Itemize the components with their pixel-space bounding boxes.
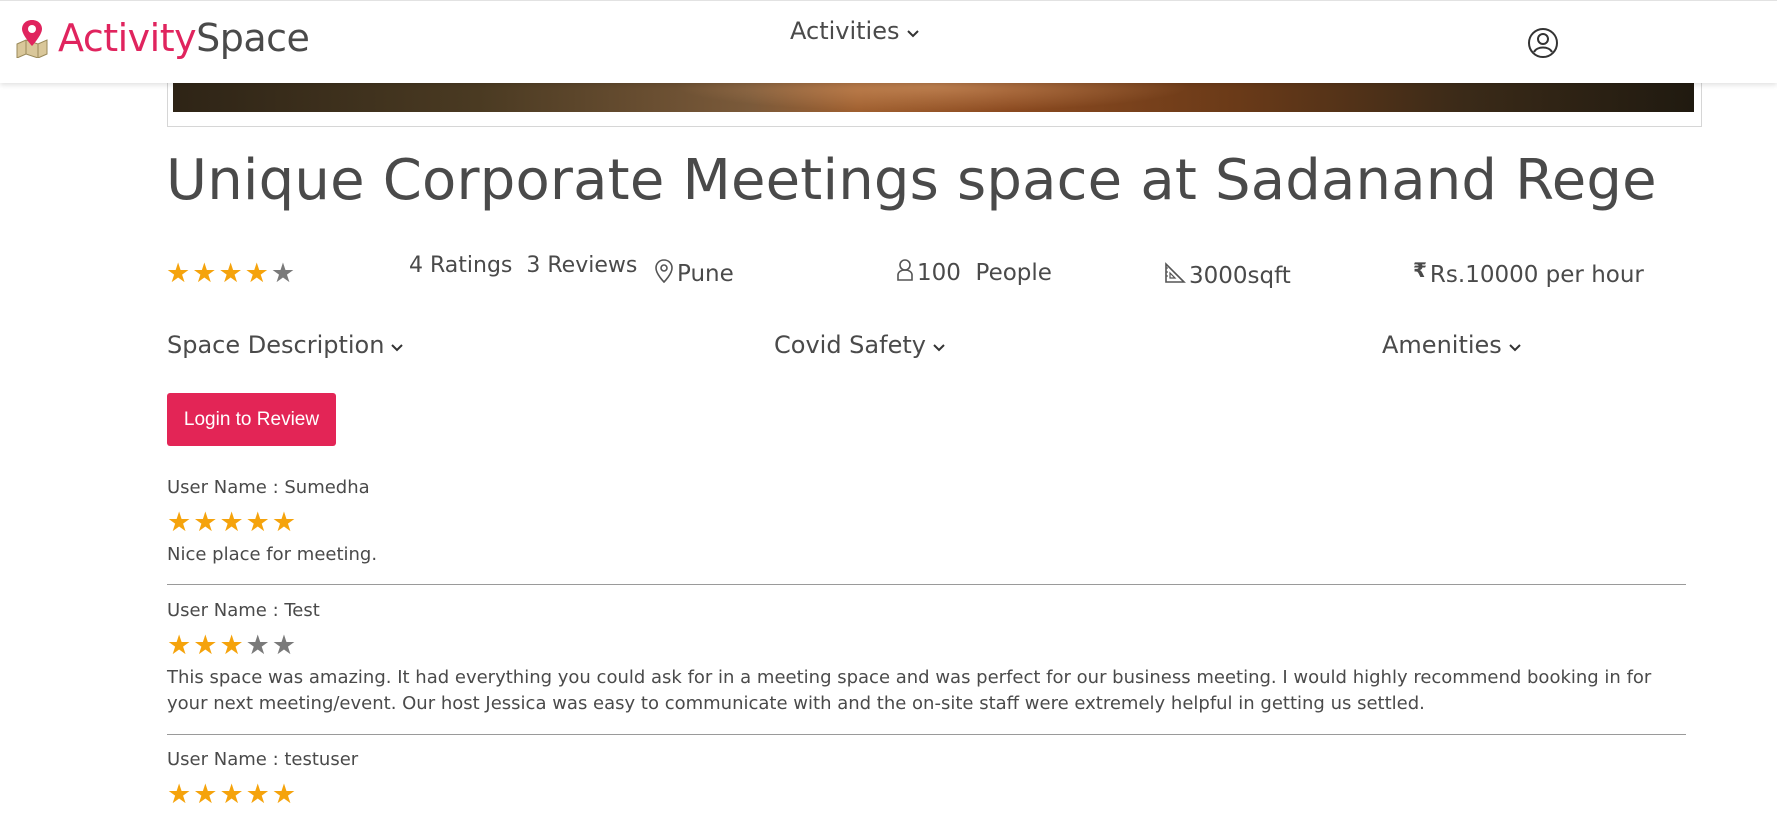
star-icon: ★ — [167, 507, 192, 538]
price-stat: ₹ Rs.10000 per hour — [1413, 258, 1644, 288]
price-value: Rs.10000 per hour — [1429, 262, 1644, 288]
location-stat: Pune — [654, 258, 734, 290]
amenities-label: Amenities — [1382, 331, 1502, 359]
review-text: This space was amazing. It had everythin… — [167, 667, 1652, 714]
star-icon: ★ — [270, 258, 296, 289]
star-icon: ★ — [193, 779, 218, 810]
star-icon: ★ — [167, 779, 192, 810]
amenities-toggle[interactable]: Amenities — [1382, 331, 1522, 359]
review-user-name: User Name : Test — [167, 600, 320, 621]
review-rating-stars: ★ ★ ★ ★ ★ — [167, 781, 1686, 808]
star-icon: ★ — [245, 507, 270, 538]
chevron-down-icon — [1508, 331, 1522, 359]
star-icon: ★ — [245, 630, 270, 661]
ratings-count: 4 Ratings — [409, 253, 513, 278]
star-icon: ★ — [244, 258, 269, 289]
star-icon: ★ — [218, 258, 243, 289]
ratings-reviews-count: 4 Ratings 3 Reviews — [409, 253, 637, 278]
review-divider — [167, 584, 1686, 585]
star-icon: ★ — [271, 779, 297, 810]
area-stat: 3000sqft — [1164, 262, 1291, 290]
star-icon: ★ — [167, 630, 192, 661]
chevron-down-icon — [932, 331, 946, 359]
page-title: Unique Corporate Meetings space at Sadan… — [166, 148, 1657, 213]
chevron-down-icon — [906, 17, 920, 45]
review-item: User Name : Sumedha ★ ★ ★ ★ ★ Nice place for… — [167, 477, 1686, 585]
overall-rating-stars: ★ ★ ★ ★ ★ — [166, 260, 295, 287]
review-divider — [167, 734, 1686, 735]
star-icon: ★ — [193, 507, 218, 538]
location-pin-icon — [654, 258, 677, 290]
area-value: 3000sqft — [1189, 263, 1291, 289]
star-icon: ★ — [192, 258, 217, 289]
activities-label: Activities — [790, 17, 900, 45]
top-navbar: ActivitySpace Activities — [0, 0, 1777, 83]
star-icon: ★ — [219, 630, 244, 661]
chevron-down-icon — [390, 331, 404, 359]
reviews-count: 3 Reviews — [526, 253, 638, 278]
brand-name: ActivitySpace — [58, 16, 310, 60]
review-rating-stars: ★ ★ ★ ★ ★ — [167, 632, 1686, 659]
review-text: Nice place for meeting. — [167, 544, 378, 565]
rupee-icon: ₹ — [1413, 258, 1427, 282]
star-icon: ★ — [219, 779, 244, 810]
capacity-number: 100 — [917, 260, 961, 286]
location-value: Pune — [677, 261, 734, 287]
review-item: User Name : Test ★ ★ ★ ★ ★ This space was am… — [167, 600, 1686, 735]
covid-safety-toggle[interactable]: Covid Safety — [774, 331, 946, 359]
activities-menu[interactable]: Activities — [790, 17, 920, 45]
covid-safety-label: Covid Safety — [774, 331, 926, 359]
user-circle-icon[interactable] — [1527, 27, 1559, 59]
capacity-stat: 100 People — [896, 258, 1052, 288]
review-user-name: User Name : testuser — [167, 749, 359, 770]
map-pin-logo-icon — [14, 18, 50, 59]
star-icon: ★ — [193, 630, 218, 661]
space-description-toggle[interactable]: Space Description — [167, 331, 404, 359]
brand-logo[interactable]: ActivitySpace — [14, 13, 310, 63]
star-icon: ★ — [219, 507, 244, 538]
star-icon: ★ — [271, 630, 297, 661]
star-icon: ★ — [245, 779, 270, 810]
space-description-label: Space Description — [167, 331, 385, 359]
capacity-unit: People — [975, 260, 1052, 286]
ruler-icon — [1164, 262, 1189, 290]
star-icon: ★ — [271, 507, 297, 538]
person-icon — [896, 258, 917, 288]
review-item: User Name : testuser ★ ★ ★ ★ ★ — [167, 749, 1686, 808]
login-to-review-button[interactable]: Login to Review — [167, 393, 336, 446]
review-rating-stars: ★ ★ ★ ★ ★ — [167, 509, 1686, 536]
star-icon: ★ — [166, 258, 191, 289]
review-user-name: User Name : Sumedha — [167, 477, 370, 498]
